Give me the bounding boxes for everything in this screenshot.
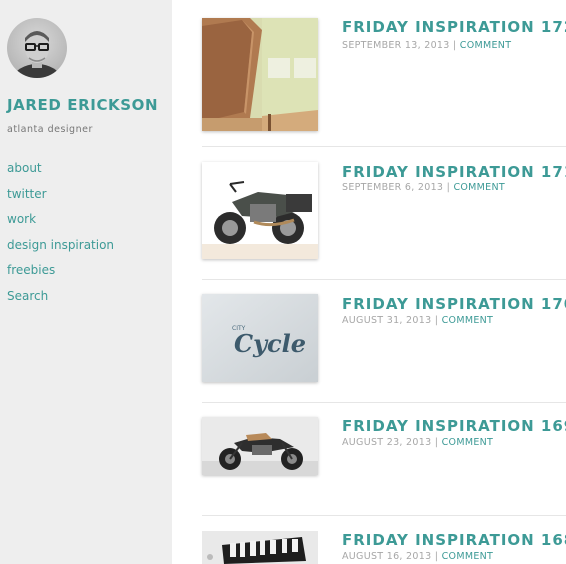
comment-link[interactable]: COMMENT: [442, 437, 494, 448]
wooden-furniture-photo: [202, 18, 318, 131]
nav-item-freebies[interactable]: freebies: [7, 262, 114, 288]
post-thumbnail[interactable]: [202, 162, 318, 259]
post-date: AUGUST 31, 2013: [342, 315, 432, 326]
post-thumbnail[interactable]: [202, 18, 318, 131]
comment-link[interactable]: COMMENT: [453, 182, 505, 193]
post-meta: AUGUST 16, 2013 | COMMENT: [342, 551, 493, 562]
post-title[interactable]: FRIDAY INSPIRATION 172: [342, 18, 566, 36]
post-thumbnail[interactable]: [202, 417, 318, 475]
hand-lettering-photo: [202, 531, 318, 564]
motorcycle-photo: [202, 162, 318, 259]
comment-link[interactable]: COMMENT: [460, 40, 512, 51]
post-meta: SEPTEMBER 6, 2013 | COMMENT: [342, 182, 505, 193]
site-title[interactable]: JARED ERICKSON: [7, 96, 158, 114]
post-title[interactable]: FRIDAY INSPIRATION 168: [342, 531, 566, 549]
nav-item-design-inspiration[interactable]: design inspiration: [7, 237, 114, 263]
avatar[interactable]: [7, 18, 67, 78]
meta-separator: |: [446, 182, 451, 193]
motorcycle-photo: [202, 417, 318, 475]
city-cycle-lettering-photo: CITY Cycle: [202, 294, 318, 382]
post-divider: [202, 279, 566, 280]
post-divider: [202, 515, 566, 516]
nav-item-work[interactable]: work: [7, 211, 114, 237]
thumbnail-lettering-cycle: Cycle: [234, 329, 306, 358]
post-date: SEPTEMBER 6, 2013: [342, 182, 444, 193]
post-title[interactable]: FRIDAY INSPIRATION 169: [342, 417, 566, 435]
post-date: AUGUST 23, 2013: [342, 437, 432, 448]
avatar-portrait: [13, 31, 61, 78]
post-title[interactable]: FRIDAY INSPIRATION 170: [342, 295, 566, 313]
nav-item-twitter[interactable]: twitter: [7, 186, 114, 212]
comment-link[interactable]: COMMENT: [442, 551, 494, 562]
meta-separator: |: [434, 551, 439, 562]
post-title[interactable]: FRIDAY INSPIRATION 171: [342, 163, 566, 181]
post-meta: AUGUST 23, 2013 | COMMENT: [342, 437, 493, 448]
nav-item-search[interactable]: Search: [7, 288, 114, 314]
post-thumbnail[interactable]: [202, 531, 318, 564]
post-date: AUGUST 16, 2013: [342, 551, 432, 562]
post-date: SEPTEMBER 13, 2013: [342, 40, 450, 51]
sidebar: JARED ERICKSON atlanta designer about tw…: [0, 0, 172, 564]
sidebar-nav: about twitter work design inspiration fr…: [7, 160, 114, 314]
meta-separator: |: [452, 40, 457, 51]
post-divider: [202, 402, 566, 403]
meta-separator: |: [434, 437, 439, 448]
nav-item-about[interactable]: about: [7, 160, 114, 186]
post-meta: SEPTEMBER 13, 2013 | COMMENT: [342, 40, 511, 51]
post-thumbnail[interactable]: CITY Cycle: [202, 294, 318, 382]
site-tagline: atlanta designer: [7, 124, 93, 135]
post-divider: [202, 146, 566, 147]
post-meta: AUGUST 31, 2013 | COMMENT: [342, 315, 493, 326]
comment-link[interactable]: COMMENT: [442, 315, 494, 326]
page: JARED ERICKSON atlanta designer about tw…: [0, 0, 566, 564]
meta-separator: |: [434, 315, 439, 326]
